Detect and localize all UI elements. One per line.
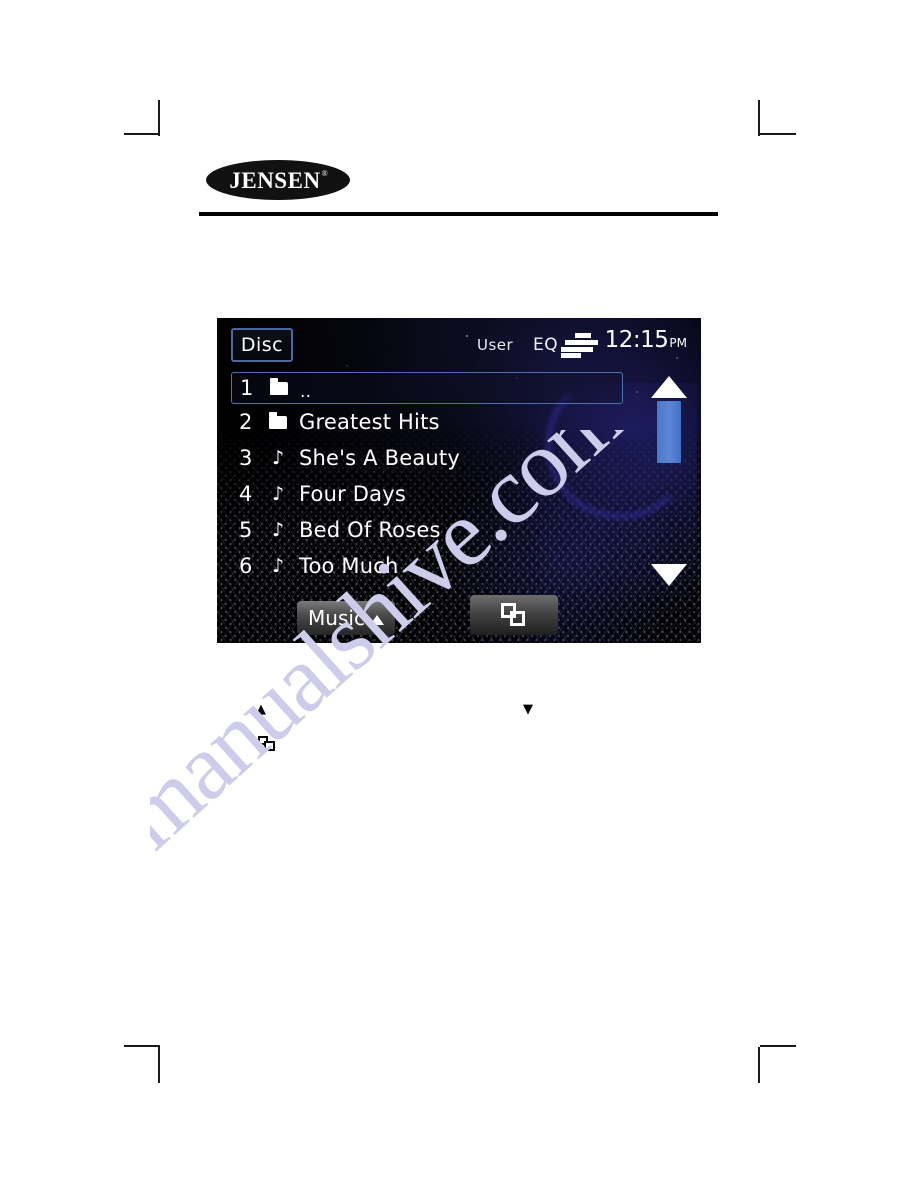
list-item[interactable]: 2 Greatest Hits [231, 404, 623, 440]
crop-mark-bottom-left-horizontal [124, 1045, 160, 1047]
document-page: JENSEN ® Disc User EQ 12:15 PM 1 .. 2 Gr… [0, 0, 918, 1188]
registered-trademark-icon: ® [321, 168, 328, 178]
music-button-label: Music [308, 606, 365, 630]
list-item[interactable]: 6 ♪ Too Much [231, 548, 623, 584]
list-item[interactable]: 4 ♪ Four Days [231, 476, 623, 512]
triangle-up-icon [369, 615, 384, 625]
list-item-label: Too Much [299, 553, 399, 578]
scrollbar-thumb[interactable] [657, 401, 681, 463]
clock: 12:15 PM [605, 329, 687, 352]
folder-icon [269, 411, 299, 429]
list-item-number: 1 [240, 375, 254, 400]
crop-mark-bottom-left-vertical [158, 1047, 160, 1083]
list-item-number: 2 [239, 409, 253, 434]
list-item-label: Greatest Hits [299, 409, 440, 434]
logo-ellipse: JENSEN ® [206, 160, 350, 200]
source-disc-button[interactable]: Disc [231, 328, 293, 362]
list-item-label: Bed Of Roses [299, 517, 441, 542]
source-disc-label: Disc [240, 333, 284, 356]
crop-mark-bottom-right-vertical [758, 1047, 760, 1083]
equalizer-bars-icon[interactable] [561, 332, 599, 358]
status-bar: Disc User EQ 12:15 PM [217, 318, 701, 370]
brand-logo: JENSEN ® [206, 160, 350, 200]
list-item-number: 4 [239, 481, 253, 506]
triangle-down-icon[interactable] [651, 564, 687, 586]
music-category-button[interactable]: Music [297, 601, 395, 635]
list-item-number: 3 [239, 445, 253, 470]
crop-mark-top-left-vertical [158, 100, 160, 136]
list-item-label: Four Days [299, 481, 407, 506]
clock-meridiem: PM [669, 336, 687, 350]
logo-inner-ellipse: JENSEN ® [216, 168, 340, 192]
music-note-icon: ♪ [272, 446, 285, 469]
crop-mark-top-right-vertical [758, 100, 760, 136]
music-note-icon: ♪ [272, 518, 285, 541]
list-item-label: She's A Beauty [299, 445, 460, 470]
triangle-up-icon[interactable] [651, 376, 687, 398]
list-item-number: 6 [239, 553, 253, 578]
music-note-icon: ♪ [272, 554, 285, 577]
header-divider-rule [199, 212, 718, 216]
copy-overlapping-squares-icon [501, 603, 527, 627]
list-item[interactable]: 1 .. [231, 372, 623, 404]
crop-mark-top-left-horizontal [124, 133, 160, 135]
list-item-label: .. [300, 381, 312, 402]
car-stereo-screen: Disc User EQ 12:15 PM 1 .. 2 Greatest Hi… [217, 318, 701, 643]
eq-label[interactable]: EQ [533, 335, 558, 355]
crop-mark-top-right-horizontal [760, 133, 796, 135]
logo-wordmark: JENSEN [229, 167, 321, 193]
caption-copy-overlapping-squares-icon [258, 736, 276, 752]
music-note-icon: ♪ [272, 482, 285, 505]
list-view-toggle-button[interactable] [470, 595, 558, 635]
caption-triangle-up-icon: ▲ [256, 702, 266, 717]
list-scrollbar[interactable] [651, 376, 687, 586]
list-item[interactable]: 5 ♪ Bed Of Roses [231, 512, 623, 548]
folder-icon [270, 377, 300, 395]
browser-list: 1 .. 2 Greatest Hits 3 ♪ She's A Beauty … [231, 372, 623, 584]
list-item-number: 5 [239, 517, 253, 542]
user-preset-label[interactable]: User [477, 336, 513, 354]
list-item[interactable]: 3 ♪ She's A Beauty [231, 440, 623, 476]
crop-mark-bottom-right-horizontal [760, 1045, 796, 1047]
caption-triangle-down-icon: ▼ [523, 702, 533, 717]
clock-time: 12:15 [604, 327, 669, 353]
